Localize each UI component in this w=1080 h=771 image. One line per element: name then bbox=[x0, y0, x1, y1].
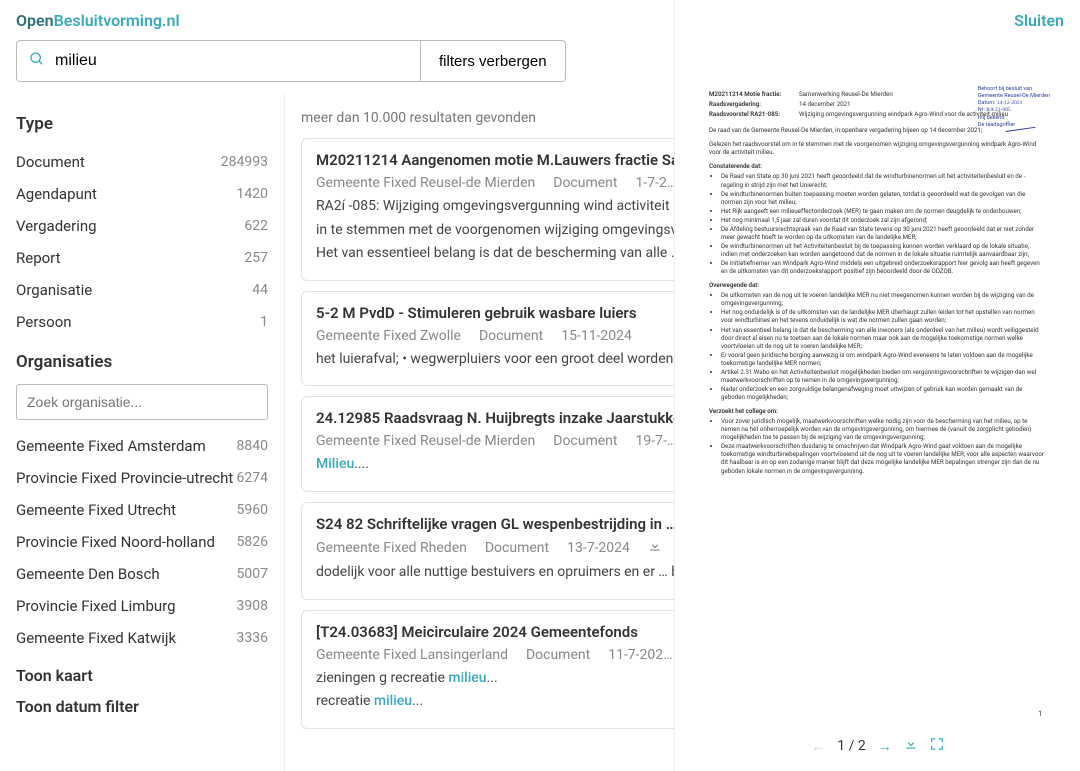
facet-count: 5826 bbox=[237, 534, 268, 550]
facet-type-row[interactable]: Document 284993 bbox=[16, 146, 268, 178]
facet-heading-orgs: Organisaties bbox=[16, 352, 268, 372]
close-viewer-button[interactable]: Sluiten bbox=[1014, 11, 1064, 30]
facet-label: Provincie Fixed Provincie-utrecht bbox=[16, 469, 233, 487]
facet-count: 5007 bbox=[237, 566, 268, 582]
doc-bullet: De windturbinenormen uit het Activiteite… bbox=[721, 242, 1046, 258]
facet-org-row[interactable]: Provincie Fixed Provincie-utrecht6274 bbox=[16, 462, 268, 494]
facet-label: Report bbox=[16, 249, 61, 267]
pdf-pager: ← 1 / 2 → bbox=[695, 731, 1060, 761]
logo-rest: Besluitvorming.nl bbox=[54, 11, 180, 30]
result-org: Gemeente Fixed Rheden bbox=[316, 540, 467, 556]
doc-bullet: De Raad van State op 30 juni 2021 heeft … bbox=[721, 172, 1046, 188]
facet-org-row[interactable]: Gemeente Fixed Katwijk 3336 bbox=[16, 622, 268, 654]
result-date: 13-7-2024 bbox=[567, 540, 630, 556]
result-type: Document bbox=[479, 328, 543, 344]
doc-bullet: Deze maatwerkvoorschriften dusdanig te o… bbox=[721, 442, 1046, 474]
org-search-input[interactable] bbox=[16, 384, 268, 420]
facet-type-row[interactable]: Report 257 bbox=[16, 242, 268, 274]
result-type: Document bbox=[526, 647, 590, 663]
facet-count: 8840 bbox=[237, 438, 268, 454]
facet-count: 5960 bbox=[237, 502, 268, 518]
facet-count: 1 bbox=[260, 314, 268, 330]
result-org: Gemeente Fixed Reusel-de Mierden bbox=[316, 433, 535, 449]
facet-type-row[interactable]: Organisatie 44 bbox=[16, 274, 268, 306]
result-org: Gemeente Fixed Reusel-de Mierden bbox=[316, 175, 535, 191]
doc-bullet: De Afdeling bestuursrechtspraak van de R… bbox=[721, 225, 1046, 241]
doc-bullet: Het van essentieel belang is dat de besc… bbox=[721, 326, 1046, 350]
prev-page-button: ← bbox=[811, 738, 825, 755]
doc-bullet: Het Rijk aangeeft een milieueffectonderz… bbox=[721, 207, 1046, 215]
result-type: Document bbox=[485, 540, 549, 556]
download-icon[interactable] bbox=[648, 539, 662, 557]
page-indicator: 1 / 2 bbox=[837, 738, 865, 754]
facet-org-row[interactable]: Provincie Fixed Limburg 3908 bbox=[16, 590, 268, 622]
result-org: Gemeente Fixed Lansingerland bbox=[316, 647, 508, 663]
facet-count: 3336 bbox=[237, 630, 268, 646]
doc-bullet: De initiatiefnemer van Windpark Agro-Win… bbox=[721, 259, 1046, 275]
document-page[interactable]: Behoort bij besluit van Gemeente Reusel-… bbox=[695, 80, 1060, 731]
logo-open: Open bbox=[16, 11, 54, 30]
result-date: 19-7-… bbox=[635, 433, 676, 449]
doc-bullet: Voor zover juridisch mogelijk, maatwerkv… bbox=[721, 417, 1046, 441]
download-button[interactable] bbox=[904, 737, 918, 755]
facet-label: Vergadering bbox=[16, 217, 97, 235]
doc-bullet: Er vooral geen juridische borging aanwez… bbox=[721, 351, 1046, 367]
document-viewer-panel: Sluiten Behoort bij besluit van Gemeente… bbox=[674, 0, 1080, 771]
sheet-page-number: 1 bbox=[1038, 710, 1042, 719]
facet-label: Provincie Fixed Limburg bbox=[16, 597, 176, 615]
filters-toggle-button[interactable]: filters verbergen bbox=[421, 40, 566, 82]
doc-bullet: Nader onderzoek en een zorgvuldige belan… bbox=[721, 385, 1046, 401]
facet-label: Gemeente Den Bosch bbox=[16, 565, 160, 583]
doc-bullet: De uitkomsten van de nog uit te voeren l… bbox=[721, 291, 1046, 307]
show-date-filter-button[interactable]: Toon datum filter bbox=[16, 697, 268, 716]
facet-type-row[interactable]: Vergadering 622 bbox=[16, 210, 268, 242]
search-icon bbox=[29, 51, 45, 71]
result-type: Document bbox=[553, 175, 617, 191]
facet-sidebar: Type Document 284993 Agendapunt 1420 Vergade… bbox=[0, 94, 285, 771]
doc-bullet: Het nog onduidelijk is of de uitkomsten … bbox=[721, 308, 1046, 324]
facet-org-row[interactable]: Provincie Fixed Noord-holland 5826 bbox=[16, 526, 268, 558]
fullscreen-button[interactable] bbox=[930, 737, 944, 755]
facet-label: Provincie Fixed Noord-holland bbox=[16, 533, 215, 551]
show-map-button[interactable]: Toon kaart bbox=[16, 666, 268, 685]
facet-label: Document bbox=[16, 153, 85, 171]
result-type: Document bbox=[553, 433, 617, 449]
facet-count: 3908 bbox=[237, 598, 268, 614]
facet-org-row[interactable]: Gemeente Den Bosch 5007 bbox=[16, 558, 268, 590]
doc-bullet: De windturbinenormen buiten toepassing m… bbox=[721, 190, 1046, 206]
result-date: 15-11-2024 bbox=[561, 328, 632, 344]
facet-heading-type: Type bbox=[16, 114, 268, 134]
doc-bullet: Het nog minimaal 1,5 jaar zal duren voor… bbox=[721, 216, 1046, 224]
next-page-button[interactable]: → bbox=[878, 738, 892, 755]
result-org: Gemeente Fixed Zwolle bbox=[316, 328, 461, 344]
facet-count: 6274 bbox=[237, 470, 268, 486]
doc-bullet: Artikel 2.31 Wabo en het Activiteitenbes… bbox=[721, 368, 1046, 384]
facet-label: Persoon bbox=[16, 313, 72, 331]
facet-type-row[interactable]: Agendapunt 1420 bbox=[16, 178, 268, 210]
signature-scribble bbox=[1003, 106, 1036, 132]
facet-count: 257 bbox=[244, 250, 268, 266]
facet-label: Gemeente Fixed Utrecht bbox=[16, 501, 176, 519]
facet-org-row[interactable]: Gemeente Fixed Utrecht 5960 bbox=[16, 494, 268, 526]
facet-org-row[interactable]: Gemeente Fixed Amsterdam 8840 bbox=[16, 430, 268, 462]
facet-label: Organisatie bbox=[16, 281, 92, 299]
search-input[interactable] bbox=[55, 52, 408, 70]
facet-label: Gemeente Fixed Katwijk bbox=[16, 629, 176, 647]
result-date: 11-7-202… bbox=[608, 647, 672, 663]
facet-label: Gemeente Fixed Amsterdam bbox=[16, 437, 206, 455]
facet-count: 622 bbox=[244, 218, 268, 234]
facet-count: 44 bbox=[252, 282, 268, 298]
facet-type-row[interactable]: Persoon 1 bbox=[16, 306, 268, 338]
facet-count: 1420 bbox=[237, 186, 268, 202]
facet-label: Agendapunt bbox=[16, 185, 97, 203]
result-date: 1-7-2… bbox=[635, 175, 676, 191]
facet-count: 284993 bbox=[221, 154, 268, 170]
app-logo[interactable]: OpenBesluitvorming.nl bbox=[16, 11, 180, 30]
search-box[interactable] bbox=[16, 40, 421, 82]
